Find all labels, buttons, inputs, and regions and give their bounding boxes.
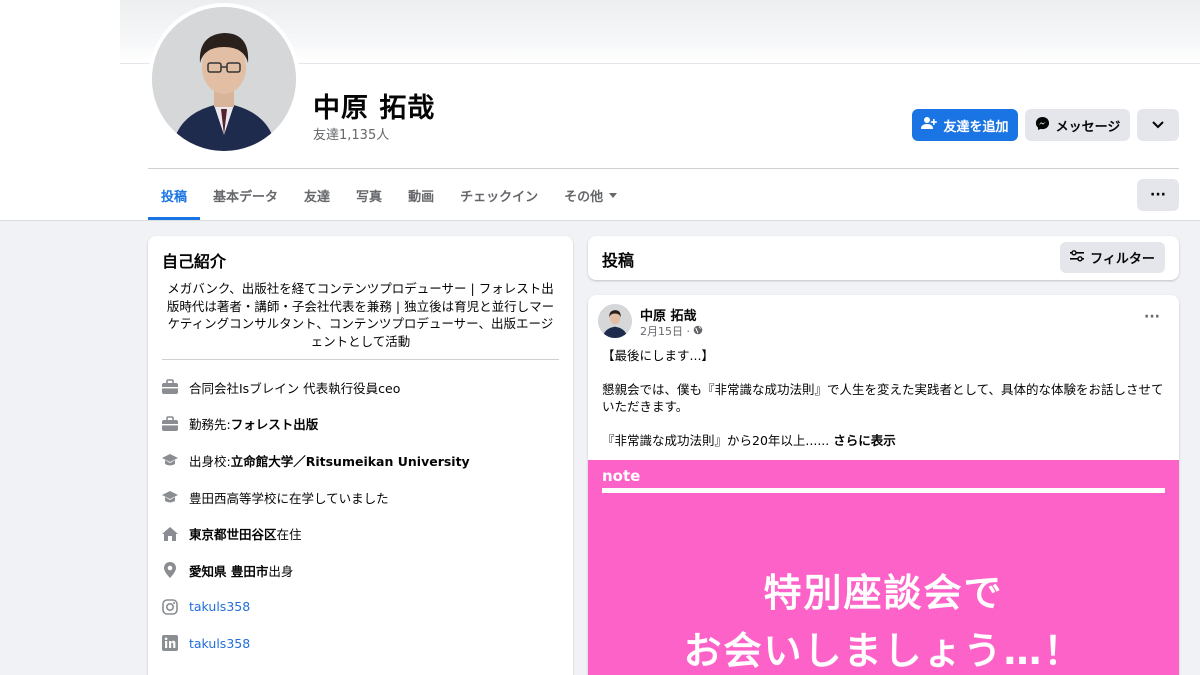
tab-videos[interactable]: 動画 (395, 170, 447, 220)
info-hometown-name[interactable]: 愛知県 豊田市 (189, 561, 268, 580)
image-headline-line2: お会いしましょう…！ (683, 629, 1084, 673)
post-menu-button[interactable]: ··· (1144, 309, 1160, 325)
intro-divider (162, 359, 559, 360)
header-divider (148, 168, 1179, 169)
tab-more[interactable]: その他 (551, 170, 630, 220)
friends-count[interactable]: 友達1,135人 (313, 124, 389, 143)
graduation-cap-icon (160, 487, 180, 507)
info-row-current-city: 東京都世田谷区 在住 (160, 515, 560, 552)
tab-checkins[interactable]: チェックイン (447, 170, 551, 220)
intro-info-list: 合同会社Isブレイン 代表執行役員ceo 勤務先: フォレスト出版 出身校: 立… (160, 369, 560, 662)
info-work-title-text: 合同会社Isブレイン 代表執行役員ceo (189, 380, 401, 396)
instagram-icon (160, 597, 180, 617)
info-current-city-suffix: 在住 (276, 527, 302, 543)
tab-about-label: 基本データ (213, 189, 279, 205)
post-author-avatar[interactable] (598, 304, 632, 338)
briefcase-icon (160, 377, 180, 397)
tab-photos-label: 写真 (356, 189, 383, 205)
info-hometown-suffix: 出身 (268, 563, 294, 579)
left-blank-area (0, 0, 120, 221)
posts-title: 投稿 (602, 251, 635, 270)
filter-label: フィルター (1090, 252, 1155, 267)
note-header-bar (602, 488, 1165, 493)
info-highschool-text: 豊田西高等学校に在学していました (189, 490, 389, 506)
post-author-photo (598, 304, 632, 338)
filter-icon (1070, 249, 1085, 266)
tab-posts-label: 投稿 (161, 189, 188, 205)
tab-photos[interactable]: 写真 (343, 170, 395, 220)
post-image[interactable]: note 特別座談会で お会いしましょう…！ (588, 460, 1179, 675)
info-university-name[interactable]: 立命館大学／Ritsumeikan University (231, 451, 470, 470)
add-friend-icon (921, 116, 938, 134)
profile-options-button[interactable] (1137, 109, 1179, 141)
header-bottom-border (0, 220, 1200, 221)
info-row-university: 出身校: 立命館大学／Ritsumeikan University (160, 442, 560, 479)
post-author-name[interactable]: 中原 拓哉 (640, 305, 697, 324)
tab-posts[interactable]: 投稿 (148, 170, 201, 220)
info-current-city-name[interactable]: 東京都世田谷区 (189, 524, 277, 543)
info-row-work-title: 合同会社Isブレイン 代表執行役員ceo (160, 369, 560, 406)
tab-videos-label: 動画 (408, 189, 435, 205)
info-university-prefix: 出身校: (189, 453, 231, 469)
post-text: 【最後にします...】 懇親会では、僕も『非常識な成功法則』で人生を変えた実践者… (602, 347, 1168, 466)
location-pin-icon (160, 560, 180, 580)
intro-bio: メガバンク、出版社を経てコンテンツプロデューサー | フォレスト出版時代は著者・… (166, 281, 555, 349)
profile-photo (152, 7, 296, 151)
add-friend-button[interactable]: 友達を追加 (912, 109, 1018, 141)
tab-checkins-label: チェックイン (460, 189, 539, 205)
chevron-down-icon (1152, 118, 1164, 133)
info-row-instagram: takuls358 (160, 589, 560, 626)
tab-more-label: その他 (564, 189, 604, 205)
posts-header-card: 投稿 フィルター (588, 236, 1179, 280)
intro-title: 自己紹介 (162, 252, 227, 271)
see-more-link[interactable]: さらに表示 (833, 433, 896, 448)
tab-friends-label: 友達 (304, 189, 331, 205)
more-options-button[interactable]: ··· (1137, 179, 1179, 211)
info-row-linkedin: takuls358 (160, 625, 560, 662)
note-logo-label: note (602, 467, 641, 485)
profile-name: 中原 拓哉 (313, 93, 436, 124)
caret-down-icon (609, 192, 618, 198)
home-icon (160, 524, 180, 544)
linkedin-link[interactable]: takuls358 (189, 636, 250, 651)
post-date-text: 2月15日 · (640, 325, 690, 338)
graduation-cap-icon (160, 450, 180, 470)
message-label: メッセージ (1055, 119, 1121, 135)
post-paragraph-text: 『非常識な成功法則』から20年以上...... (602, 433, 830, 448)
tab-about[interactable]: 基本データ (200, 170, 291, 220)
add-friend-label: 友達を追加 (943, 119, 1009, 135)
profile-tabs: 投稿 基本データ 友達 写真 動画 チェックイン その他 (148, 170, 630, 220)
post-paragraph-last: 『非常識な成功法則』から20年以上...... さらに表示 (602, 432, 1168, 449)
linkedin-icon (160, 633, 180, 653)
instagram-link[interactable]: takuls358 (189, 599, 250, 614)
post-paragraph: 懇親会では、僕も『非常識な成功法則』で人生を変えた実践者として、具体的な体験をお… (602, 382, 1164, 414)
intro-card: 自己紹介 メガバンク、出版社を経てコンテンツプロデューサー | フォレスト出版時… (148, 236, 573, 675)
info-row-employer: 勤務先: フォレスト出版 (160, 406, 560, 443)
info-employer-prefix: 勤務先: (189, 417, 231, 433)
profile-avatar[interactable] (148, 3, 300, 155)
post-date[interactable]: 2月15日 · (640, 323, 703, 339)
post-paragraph: 【最後にします...】 (602, 348, 714, 363)
post-card: 中原 拓哉 2月15日 · ··· 【最後にします...】 懇親会では、僕も『非… (588, 295, 1179, 675)
filter-button[interactable]: フィルター (1060, 242, 1165, 273)
privacy-globe-icon (693, 325, 703, 338)
info-row-hometown: 愛知県 豊田市 出身 (160, 552, 560, 589)
message-button[interactable]: メッセージ (1025, 109, 1130, 141)
messenger-icon (1035, 116, 1050, 135)
briefcase-icon (160, 414, 180, 434)
image-headline-line1: 特別座談会で (763, 571, 1004, 615)
info-employer-name[interactable]: フォレスト出版 (231, 414, 319, 433)
tab-friends[interactable]: 友達 (291, 170, 343, 220)
info-row-highschool: 豊田西高等学校に在学していました (160, 479, 560, 516)
